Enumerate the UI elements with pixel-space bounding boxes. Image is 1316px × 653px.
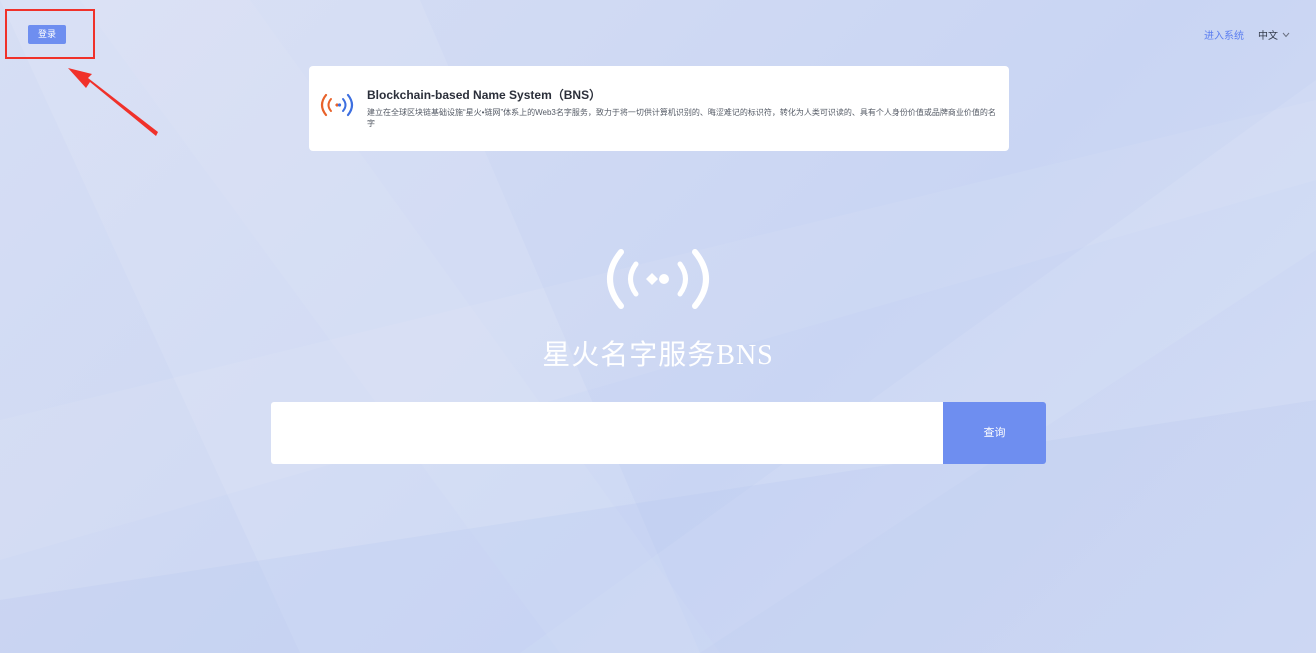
hero-title: 星火名字服务BNS xyxy=(0,333,1316,373)
info-card-title: Blockchain-based Name System（BNS） xyxy=(367,88,602,102)
language-select[interactable]: 中文 xyxy=(1258,27,1290,42)
language-label: 中文 xyxy=(1258,31,1278,42)
hero-title-cn: 星火名字服务 xyxy=(542,339,717,370)
search-input[interactable] xyxy=(271,402,943,464)
info-card: Blockchain-based Name System（BNS） 建立在全球区… xyxy=(309,66,1009,151)
search-bar: 查询 xyxy=(271,402,1046,464)
enter-system-link[interactable]: 进入系统 xyxy=(1204,27,1244,42)
signal-waves-icon xyxy=(607,249,709,309)
chevron-down-icon xyxy=(1282,32,1290,37)
signal-waves-icon xyxy=(320,93,354,117)
hero-title-latin: BNS xyxy=(716,340,774,371)
info-card-description: 建立在全球区块链基础设施“星火•链网”体系上的Web3名字服务，致力于将一切供计… xyxy=(367,108,996,128)
search-button[interactable]: 查询 xyxy=(943,402,1046,464)
top-right-nav: 进入系统 中文 xyxy=(1204,27,1290,42)
login-button[interactable]: 登录 xyxy=(28,25,66,44)
red-arrow-icon xyxy=(68,68,158,136)
